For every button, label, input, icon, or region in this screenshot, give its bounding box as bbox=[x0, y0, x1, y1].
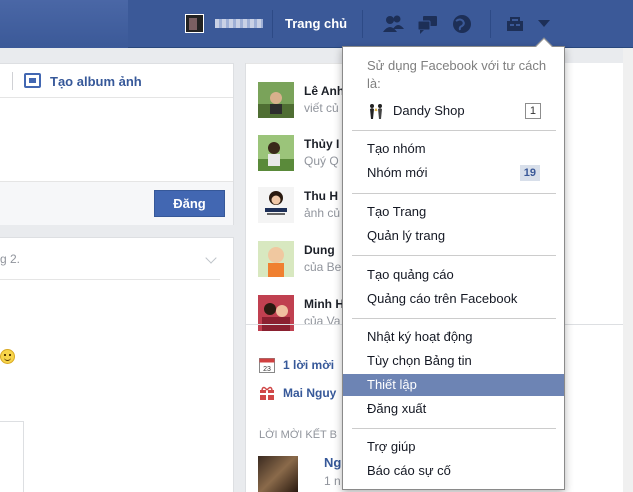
friend-activity-text: của Va bbox=[304, 314, 341, 328]
account-dropdown-menu: Sử dụng Facebook với tư cách là: Dandy S… bbox=[342, 37, 565, 490]
friend-request-name[interactable]: Ng bbox=[324, 455, 341, 470]
menu-item-label: Đăng xuất bbox=[367, 401, 427, 416]
story-options-chevron-icon[interactable] bbox=[205, 252, 217, 264]
friend-photo bbox=[258, 295, 294, 331]
menu-item-report-problem[interactable]: Báo cáo sự cố bbox=[343, 460, 564, 482]
account-menu-caret-icon[interactable] bbox=[538, 20, 550, 27]
menu-item-label: Quảng cáo trên Facebook bbox=[367, 291, 518, 306]
calendar-icon: 23 bbox=[259, 358, 275, 373]
privacy-shortcuts-icon[interactable] bbox=[505, 13, 527, 35]
menu-item-manage-pages[interactable]: Quản lý trang bbox=[343, 225, 564, 247]
messages-icon[interactable] bbox=[416, 13, 438, 35]
menu-item-create-ad[interactable]: Tạo quảng cáo bbox=[343, 264, 564, 286]
friend-photo bbox=[258, 187, 294, 223]
attachment-box bbox=[0, 421, 24, 492]
new-groups-count-badge: 19 bbox=[519, 165, 540, 181]
menu-item-label: Tạo nhóm bbox=[367, 141, 426, 156]
menu-divider bbox=[352, 318, 556, 319]
menu-item-log-out[interactable]: Đăng xuất bbox=[343, 398, 564, 420]
birthday-label[interactable]: Mai Nguy bbox=[283, 386, 336, 400]
page-logo-icon bbox=[370, 104, 382, 119]
feed-story: g 2. bbox=[0, 237, 234, 492]
friend-requests-icon[interactable] bbox=[382, 13, 404, 35]
friend-activity-text: của Be bbox=[304, 260, 342, 274]
friend-photo bbox=[258, 135, 294, 171]
friend-name[interactable]: Dung bbox=[304, 243, 335, 257]
post-composer: Tạo album ảnh Đăng bbox=[0, 63, 234, 225]
tab-divider bbox=[12, 72, 13, 90]
menu-item-label: Trợ giúp bbox=[367, 439, 416, 454]
page-identity-dandy-shop[interactable]: Dandy Shop 1 bbox=[343, 100, 564, 122]
home-link[interactable]: Trang chủ bbox=[285, 16, 347, 31]
menu-item-advertising[interactable]: Quảng cáo trên Facebook bbox=[343, 288, 564, 310]
menu-item-label: Thiết lập bbox=[367, 377, 417, 392]
menu-divider bbox=[352, 255, 556, 256]
menu-divider bbox=[352, 428, 556, 429]
event-invite-label[interactable]: 1 lời mời bbox=[283, 358, 334, 372]
create-album-tab[interactable]: Tạo album ảnh bbox=[50, 74, 142, 89]
menu-item-label: Tạo Trang bbox=[367, 204, 427, 219]
friend-name[interactable]: Minh H bbox=[304, 297, 344, 311]
friend-photo bbox=[258, 241, 294, 277]
gift-icon bbox=[260, 386, 274, 400]
menu-item-help[interactable]: Trợ giúp bbox=[343, 436, 564, 458]
friend-requests-heading: LỜI MỜI KẾT B bbox=[259, 429, 337, 441]
menu-item-label: Báo cáo sự cố bbox=[367, 463, 451, 478]
menu-item-settings[interactable]: Thiết lập bbox=[343, 374, 564, 396]
mutual-friends-text: 1 n bbox=[324, 474, 341, 488]
menu-item-label: Tạo quảng cáo bbox=[367, 267, 454, 282]
use-as-heading: Sử dụng Facebook với tư cách là: bbox=[367, 58, 547, 91]
friend-name[interactable]: Thủy I bbox=[304, 137, 339, 151]
composer-footer: Đăng bbox=[0, 181, 233, 225]
menu-item-create-group[interactable]: Tạo nhóm bbox=[343, 138, 564, 160]
search-area bbox=[0, 0, 128, 48]
story-divider bbox=[0, 279, 220, 280]
friend-request-photo[interactable] bbox=[258, 456, 298, 492]
menu-divider bbox=[352, 193, 556, 194]
story-meta: g 2. bbox=[0, 252, 21, 266]
notifications-globe-icon[interactable] bbox=[451, 13, 473, 35]
menu-divider bbox=[352, 130, 556, 131]
nav-divider bbox=[362, 10, 363, 38]
menu-item-label: Nhật ký hoạt động bbox=[367, 329, 473, 344]
menu-item-create-page[interactable]: Tạo Trang bbox=[343, 201, 564, 223]
friend-activity-text: Quý Q bbox=[304, 154, 339, 168]
profile-avatar[interactable] bbox=[185, 14, 204, 33]
composer-tabs: Tạo album ảnh bbox=[0, 64, 233, 98]
page-notification-badge: 1 bbox=[524, 103, 541, 119]
nav-divider bbox=[490, 10, 491, 38]
friend-activity-text: viết củ bbox=[304, 101, 339, 115]
page-scrollbar[interactable] bbox=[623, 48, 633, 492]
sidebar-divider bbox=[246, 63, 346, 64]
menu-item-label: Tùy chọn Bảng tin bbox=[367, 353, 472, 368]
smiley-emoji-icon bbox=[0, 349, 15, 364]
friend-name[interactable]: Lê Anh bbox=[304, 84, 344, 98]
nav-divider bbox=[272, 10, 273, 38]
friend-photo bbox=[258, 82, 294, 118]
menu-item-label: Nhóm mới bbox=[367, 165, 428, 180]
menu-item-news-feed-preferences[interactable]: Tùy chọn Bảng tin bbox=[343, 350, 564, 372]
svg-text:23: 23 bbox=[263, 366, 271, 373]
friend-activity-text: ảnh củ bbox=[304, 206, 341, 220]
page-name[interactable]: Dandy Shop bbox=[393, 103, 465, 118]
menu-item-label: Quản lý trang bbox=[367, 228, 446, 243]
menu-item-new-groups[interactable]: Nhóm mới 19 bbox=[343, 162, 564, 184]
friend-name[interactable]: Thu H bbox=[304, 189, 338, 203]
menu-item-activity-log[interactable]: Nhật ký hoạt động bbox=[343, 326, 564, 348]
profile-name-redacted[interactable] bbox=[215, 19, 263, 28]
photo-album-icon[interactable] bbox=[24, 73, 41, 88]
top-navigation-bar: Trang chủ bbox=[0, 0, 633, 48]
post-button[interactable]: Đăng bbox=[154, 190, 225, 217]
